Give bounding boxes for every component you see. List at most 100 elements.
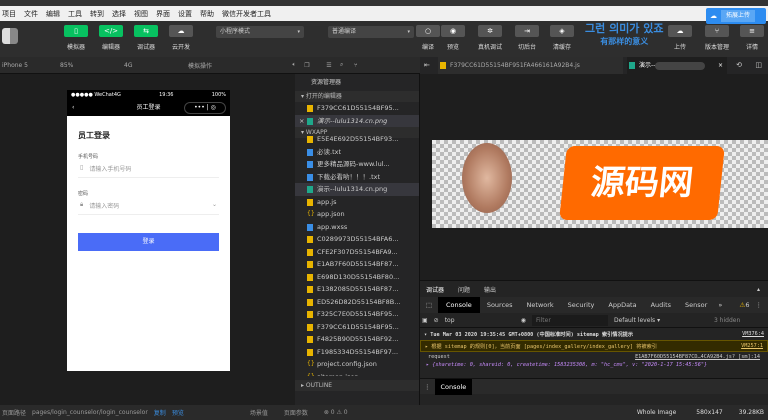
background-button[interactable]: ⇥ 切后台 [515,25,539,51]
devtab-audits[interactable]: Audits [644,301,678,309]
file-item[interactable]: F4825B90D55154BF92... [295,333,419,346]
file-item[interactable]: {}sitemap.json [295,371,419,377]
git-icon[interactable]: ⑂ [354,62,368,69]
menu-help[interactable]: 帮助 [200,9,214,19]
mode-select[interactable]: 小程序模式 [216,26,304,38]
outline-header[interactable]: ▸ OUTLINE [295,380,419,391]
operation-select[interactable]: 模拟操作 [188,61,260,70]
file-item[interactable]: E5E4E692D55154BF93... [295,133,419,146]
file-item[interactable]: {} app.json [295,208,419,221]
details-button[interactable]: ≡ 详情 [740,25,764,51]
copy-link[interactable]: 复制 [154,408,166,417]
clear-cache-button[interactable]: ◈ 清缓存 [550,25,574,51]
kebab-icon[interactable]: ⋮ [420,383,435,391]
debugger-button[interactable]: ⇆ 调试器 [134,25,158,51]
file-item[interactable]: ED526D82D55154BF8B... [295,296,419,309]
close-icon[interactable]: × [718,57,723,74]
devtab-appdata[interactable]: AppData [601,301,643,309]
menu-view[interactable]: 视图 [134,9,148,19]
error-count[interactable]: ⊗ 0 ⚠ 0 [324,409,348,416]
file-item[interactable]: C0289973D55154BFA6... [295,233,419,246]
chevron-down-icon[interactable]: ⌄ [212,201,217,210]
tab-problems[interactable]: 问题 [458,285,470,294]
list-icon[interactable]: ☰ [318,62,340,69]
menu-project[interactable]: 项目 [2,9,16,19]
chevron-up-icon[interactable]: ▴ [757,286,760,293]
menu-tools[interactable]: 工具 [68,9,82,19]
menu-interface[interactable]: 界面 [156,9,170,19]
levels-select[interactable]: Default levels ▾ [614,317,708,324]
context-select[interactable]: top [445,317,515,324]
search-icon[interactable]: ⌕ [340,61,354,69]
file-item[interactable]: app.wxss [295,221,419,234]
menu-file[interactable]: 文件 [24,9,38,19]
file-item[interactable]: E1AB7F60D55154BF87... [295,258,419,271]
simulator-button[interactable]: ▯ 模拟器 [64,25,88,51]
layout-icon[interactable]: ⟲ [736,61,742,69]
file-item[interactable]: {} project.config.json [295,358,419,371]
file-item[interactable]: F379CC61D55154BF95... [295,321,419,334]
login-button[interactable]: 登录 [78,233,219,251]
device-select[interactable]: iPhone 5 [0,62,60,69]
back-icon[interactable]: ‹ [72,99,74,116]
open-file[interactable]: F379CC61D55154BF95... [295,102,419,115]
tab-output[interactable]: 输出 [484,285,496,294]
file-item[interactable]: app.js [295,196,419,209]
menu-select[interactable]: 选择 [112,9,126,19]
file-item[interactable]: 演示--lulu1314.cn.png [295,183,419,196]
devtab-sources[interactable]: Sources [480,301,520,309]
log-source-link[interactable]: VM376:4 [742,331,764,337]
log-source-link[interactable]: VM257:1 [741,343,763,349]
tab-debugger[interactable]: 调试器 [426,285,444,294]
version-button[interactable]: ⑂ 版本管理 [705,25,729,51]
scene-button[interactable]: 场景值 [250,408,268,417]
menu-settings[interactable]: 设置 [178,9,192,19]
open-editors-header[interactable]: ▾ 打开的编辑器 [295,91,419,102]
clear-icon[interactable]: ⊘ [434,317,439,324]
menu-goto[interactable]: 转到 [90,9,104,19]
file-item[interactable]: E698D130D55154BF80... [295,271,419,284]
tab-js-file[interactable]: F379CC61D55154BF951FA466161A92B4.js [438,57,623,74]
editor-button[interactable]: </> 编辑器 [99,25,123,51]
file-item[interactable]: F325C7E0D55154BF95... [295,308,419,321]
devtab-console[interactable]: Console [438,297,480,313]
volume-icon[interactable]: 🔈︎ [260,61,296,69]
preview-link[interactable]: 预览 [172,408,184,417]
phone-input[interactable]: ▯ 请输入手机号码 [78,160,219,178]
log-object[interactable]: ▸ {sharetime: 0, shareid: 0, createtime:… [420,362,768,378]
file-item[interactable]: 更多精品源码-www.lul... [295,158,419,171]
devtab-network[interactable]: Network [520,301,561,309]
file-item[interactable]: 下载必看哟！！！.txt [295,171,419,184]
compile-select[interactable]: 普通编译 [328,26,414,38]
file-item[interactable]: F1985334D55154BF97... [295,346,419,359]
file-item[interactable]: 必读.txt [295,146,419,159]
open-file[interactable]: × 演示--lulu1314.cn.png [295,114,419,128]
zoom-select[interactable]: 85% [60,62,124,69]
log-warning[interactable]: ▸ 根据 sitemap 的规则[0]，当前页面 [pages/index_ga… [425,343,657,350]
remote-debug-button[interactable]: ✲ 真机调试 [478,25,502,51]
cloud-upload-button[interactable]: ☁ 拓展上传 [706,8,766,24]
sidebar-toggle-icon[interactable]: ▣ [422,317,428,324]
network-select[interactable]: 4G [124,62,188,69]
file-item[interactable]: E1382085D55154BF87... [295,283,419,296]
avatar[interactable] [2,28,18,44]
eye-icon[interactable]: ◉ [521,317,526,324]
log-group[interactable]: ▾ Tue Mar 03 2020 19:35:45 GMT+0800 (中国标… [424,331,633,338]
drawer-console-tab[interactable]: Console [434,378,473,395]
password-input[interactable]: 🔒︎ 请输入密码 ⌄ [78,197,219,215]
cloud-dev-button[interactable]: ☁ 云开发 [169,25,193,51]
kebab-icon[interactable]: ⋮ [750,301,768,309]
devtab-security[interactable]: Security [561,301,602,309]
devtab-sensor[interactable]: Sensor [678,301,714,309]
params-button[interactable]: 页面参数 [284,408,308,417]
file-item[interactable]: CFE2F307D55154BFA9... [295,246,419,259]
upload-button[interactable]: ☁ 上传 [668,25,692,51]
filter-input[interactable]: Filter [531,314,608,326]
log-source-link[interactable]: E1AB7F60D55154BF87CD…4CA92B4.js? [sm]:14 [635,354,760,360]
more-tabs[interactable]: » [714,301,726,309]
collapse-icon[interactable]: ⇤ [424,61,430,69]
preview-button[interactable]: ◉ 预览 [441,25,465,51]
close-icon[interactable]: × [299,115,304,128]
menu-edit[interactable]: 编辑 [46,9,60,19]
capsule-menu[interactable]: ••• | ◎ [184,102,226,114]
